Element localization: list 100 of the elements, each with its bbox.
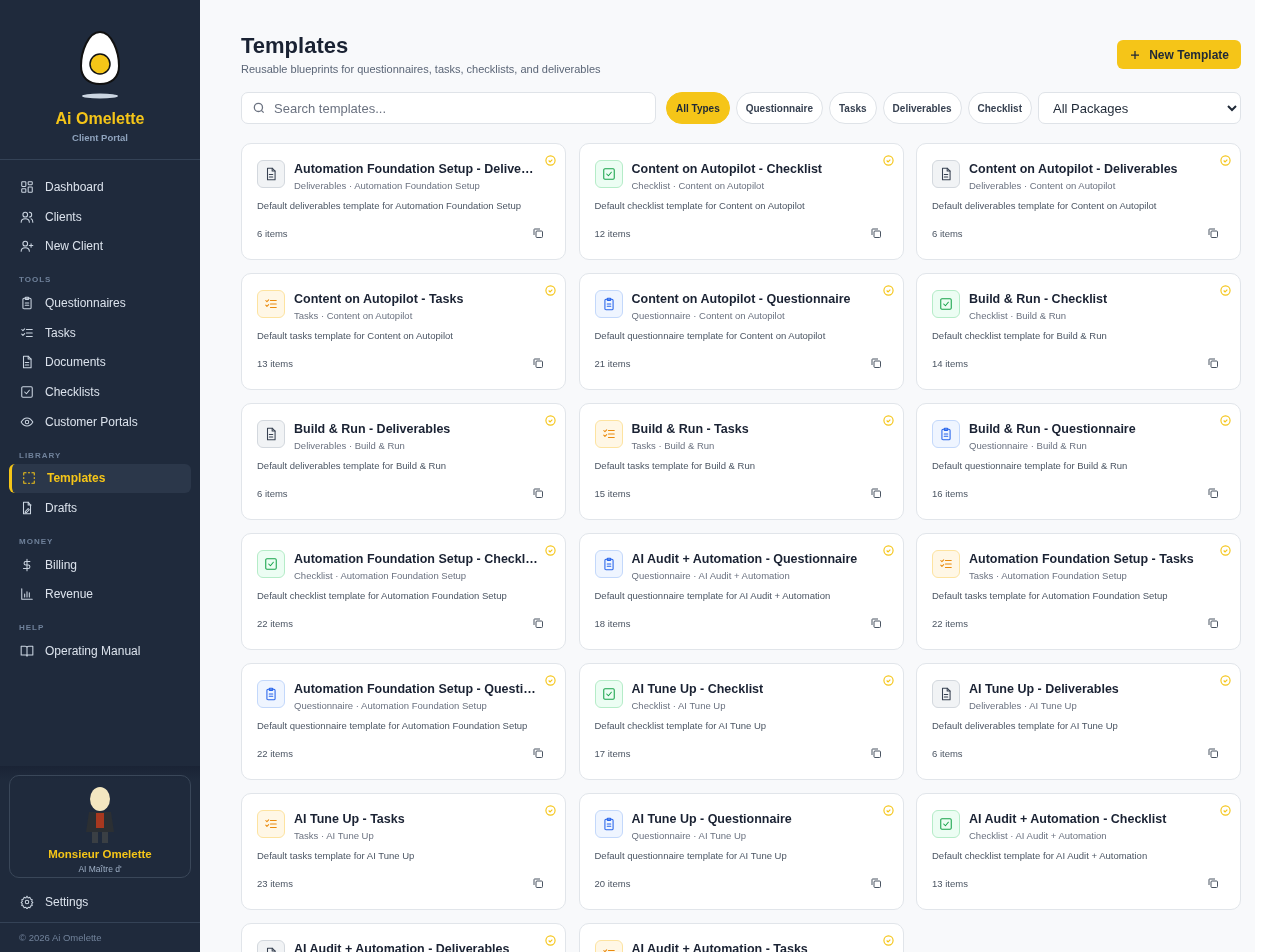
new-template-button[interactable]: New Template bbox=[1117, 40, 1241, 69]
template-title: Content on Autopilot - Questionnaire bbox=[631, 292, 852, 306]
template-card[interactable]: Automation Foundation Setup - Delive… Deliverables · Automation Foundation Setup Default deliverables template for Automation Foundation Setup 6 items bbox=[241, 143, 566, 260]
template-card[interactable]: AI Tune Up - Checklist Checklist · AI Tune Up Default checklist template for AI Tune Up 17 items bbox=[578, 663, 904, 780]
template-card[interactable]: Content on Autopilot - Deliverables Deliverables · Content on Autopilot Default deliverables template for Content on Autopilot 6 items bbox=[916, 143, 1241, 260]
nav-item[interactable]: Operating Manual bbox=[0, 636, 191, 666]
nav-item[interactable]: Checklists bbox=[0, 377, 191, 407]
copy-icon[interactable] bbox=[1205, 875, 1221, 891]
template-card[interactable]: AI Tune Up - Deliverables Deliverables · AI Tune Up Default deliverables template for AI Tune Up 6 items bbox=[916, 663, 1241, 780]
mascot-figure-icon bbox=[83, 786, 117, 844]
check-circle-icon bbox=[1220, 285, 1231, 296]
check-circle-icon bbox=[1220, 675, 1231, 686]
item-count: 15 items bbox=[594, 487, 631, 499]
nav-item[interactable]: Clients bbox=[0, 201, 191, 232]
template-type-icon bbox=[932, 810, 960, 838]
filter-chip[interactable]: Questionnaire bbox=[735, 92, 823, 124]
nav-item[interactable]: Tasks bbox=[0, 317, 191, 348]
template-meta: Tasks · Automation Foundation Setup bbox=[969, 570, 1128, 581]
template-card[interactable]: Content on Autopilot - Checklist Checklist · Content on Autopilot Default checklist template for Content on Autopilot 12 items bbox=[578, 143, 904, 260]
template-card[interactable]: Automation Foundation Setup - Tasks Tasks · Automation Foundation Setup Default tasks template for Automation Foundation Setup 22 items bbox=[916, 533, 1241, 650]
filter-chip[interactable]: Deliverables bbox=[882, 92, 962, 124]
nav-item[interactable]: Customer Portals bbox=[0, 406, 191, 437]
nav-item[interactable]: Billing bbox=[0, 549, 191, 580]
brand-subtitle: Client Portal bbox=[72, 132, 128, 143]
template-title: Automation Foundation Setup - Tasks bbox=[969, 552, 1195, 566]
document-icon bbox=[20, 355, 34, 370]
template-description: Default questionnaire template for AI Tune Up bbox=[594, 850, 788, 861]
template-card[interactable]: Automation Foundation Setup - Checkl… Checklist · Automation Foundation Setup Default checklist template for Automation Foundation Setup 22 items bbox=[241, 533, 566, 650]
template-card[interactable]: Build & Run - Checklist Checklist · Build & Run Default checklist template for Build & Run 14 items bbox=[916, 273, 1241, 390]
template-type-icon bbox=[257, 680, 285, 708]
template-card[interactable]: Build & Run - Tasks Tasks · Build & Run Default tasks template for Build & Run 15 items bbox=[578, 403, 904, 520]
copy-icon[interactable] bbox=[1205, 745, 1221, 761]
nav-item[interactable]: Documents bbox=[0, 347, 191, 378]
check-circle-icon bbox=[1220, 545, 1231, 556]
clipboard-icon bbox=[20, 295, 34, 310]
grid-icon bbox=[20, 179, 34, 194]
filter-chip[interactable]: Tasks bbox=[828, 92, 877, 124]
nav-item[interactable]: New Client bbox=[0, 231, 191, 262]
template-meta: Checklist · AI Tune Up bbox=[631, 700, 727, 711]
search-field[interactable]: Search templates... bbox=[241, 92, 656, 124]
template-meta: Questionnaire · Content on Autopilot bbox=[631, 310, 786, 321]
template-card[interactable]: AI Tune Up - Questionnaire Questionnaire · AI Tune Up Default questionnaire template for AI Tune Up 20 items bbox=[578, 793, 904, 910]
filter-chip[interactable]: Checklist bbox=[967, 92, 1032, 124]
copy-icon[interactable] bbox=[1205, 615, 1221, 631]
settings-icon bbox=[20, 895, 34, 909]
item-count: 17 items bbox=[594, 747, 631, 759]
item-count: 18 items bbox=[594, 617, 631, 629]
template-title: Build & Run - Deliverables bbox=[294, 422, 452, 436]
check-circle-icon bbox=[882, 415, 894, 426]
package-select[interactable]: All Packages bbox=[1038, 92, 1241, 124]
template-card[interactable]: AI Audit + Automation - Questionnaire Questionnaire · AI Audit + Automation Default questionnaire template for AI Audit + Automation 18 items bbox=[578, 533, 904, 650]
item-count: 22 items bbox=[257, 617, 293, 629]
nav-item[interactable]: Dashboard bbox=[0, 172, 191, 202]
template-meta: Questionnaire · Build & Run bbox=[969, 440, 1088, 451]
template-card[interactable]: AI Tune Up - Tasks Tasks · AI Tune Up Default tasks template for AI Tune Up 23 items bbox=[241, 793, 566, 910]
item-count: 16 items bbox=[932, 487, 968, 499]
copy-icon[interactable] bbox=[1205, 225, 1221, 241]
template-card[interactable]: AI Audit + Automation - Checklist Checklist · AI Audit + Automation Default checklist template for AI Audit + Automation 13 items bbox=[916, 793, 1241, 910]
nav-item[interactable]: Revenue bbox=[0, 579, 191, 610]
copy-icon[interactable] bbox=[1205, 485, 1221, 501]
template-card[interactable]: Build & Run - Questionnaire Questionnaire · Build & Run Default questionnaire template for Build & Run 16 items bbox=[916, 403, 1241, 520]
nav-item[interactable]: Drafts bbox=[0, 493, 191, 523]
copy-icon[interactable] bbox=[1205, 355, 1221, 371]
template-card[interactable]: Content on Autopilot - Questionnaire Questionnaire · Content on Autopilot Default questionnaire template for Content on Autopilot 21 items bbox=[578, 273, 904, 390]
copy-icon[interactable] bbox=[530, 355, 546, 371]
template-description: Default checklist template for Automation Foundation Setup bbox=[257, 590, 508, 601]
copyright-text: © 2026 Ai Omelette bbox=[0, 922, 200, 952]
template-type-icon bbox=[257, 810, 285, 838]
template-description: Default questionnaire template for Content on Autopilot bbox=[594, 330, 827, 341]
template-meta: Tasks · Build & Run bbox=[631, 440, 716, 451]
plus-icon bbox=[1129, 48, 1142, 61]
template-title: Content on Autopilot - Checklist bbox=[631, 162, 823, 176]
copy-icon[interactable] bbox=[530, 745, 546, 761]
template-title: Build & Run - Checklist bbox=[969, 292, 1109, 306]
template-title: Automation Foundation Setup - Delive… bbox=[294, 162, 535, 176]
template-card[interactable]: Content on Autopilot - Tasks Tasks · Content on Autopilot Default tasks template for Content on Autopilot 13 items bbox=[241, 273, 566, 390]
check-circle-icon bbox=[882, 675, 894, 686]
template-type-icon bbox=[932, 290, 960, 318]
copy-icon[interactable] bbox=[530, 225, 546, 241]
template-card[interactable]: Automation Foundation Setup - Questi… Questionnaire · Automation Foundation Setup Default questionnaire template for Automation Foundation Setup 22 items bbox=[241, 663, 566, 780]
template-description: Default checklist template for Build & Run bbox=[932, 330, 1108, 341]
nav-item[interactable]: Templates bbox=[9, 463, 191, 494]
settings-link[interactable]: Settings bbox=[0, 892, 191, 912]
check-circle-icon bbox=[882, 935, 894, 946]
checkbox-icon bbox=[20, 384, 34, 399]
template-card[interactable]: Build & Run - Deliverables Deliverables · Build & Run Default deliverables template for Build & Run 6 items bbox=[241, 403, 566, 520]
eye-icon bbox=[20, 414, 34, 429]
template-description: Default questionnaire template for Build & Run bbox=[932, 460, 1129, 471]
brand-name: Ai Omelette bbox=[55, 110, 145, 128]
copy-icon[interactable] bbox=[530, 615, 546, 631]
template-meta: Deliverables · AI Tune Up bbox=[969, 700, 1078, 711]
nav-item[interactable]: Questionnaires bbox=[0, 288, 191, 318]
copy-icon[interactable] bbox=[530, 485, 546, 501]
filter-chip[interactable]: All Types bbox=[666, 92, 730, 124]
template-description: Default checklist template for Content on Autopilot bbox=[594, 200, 806, 211]
copy-icon[interactable] bbox=[530, 875, 546, 891]
item-count: 13 items bbox=[257, 357, 293, 369]
item-count: 13 items bbox=[932, 877, 968, 889]
checklist-icon bbox=[20, 325, 34, 340]
check-circle-icon bbox=[882, 545, 894, 556]
